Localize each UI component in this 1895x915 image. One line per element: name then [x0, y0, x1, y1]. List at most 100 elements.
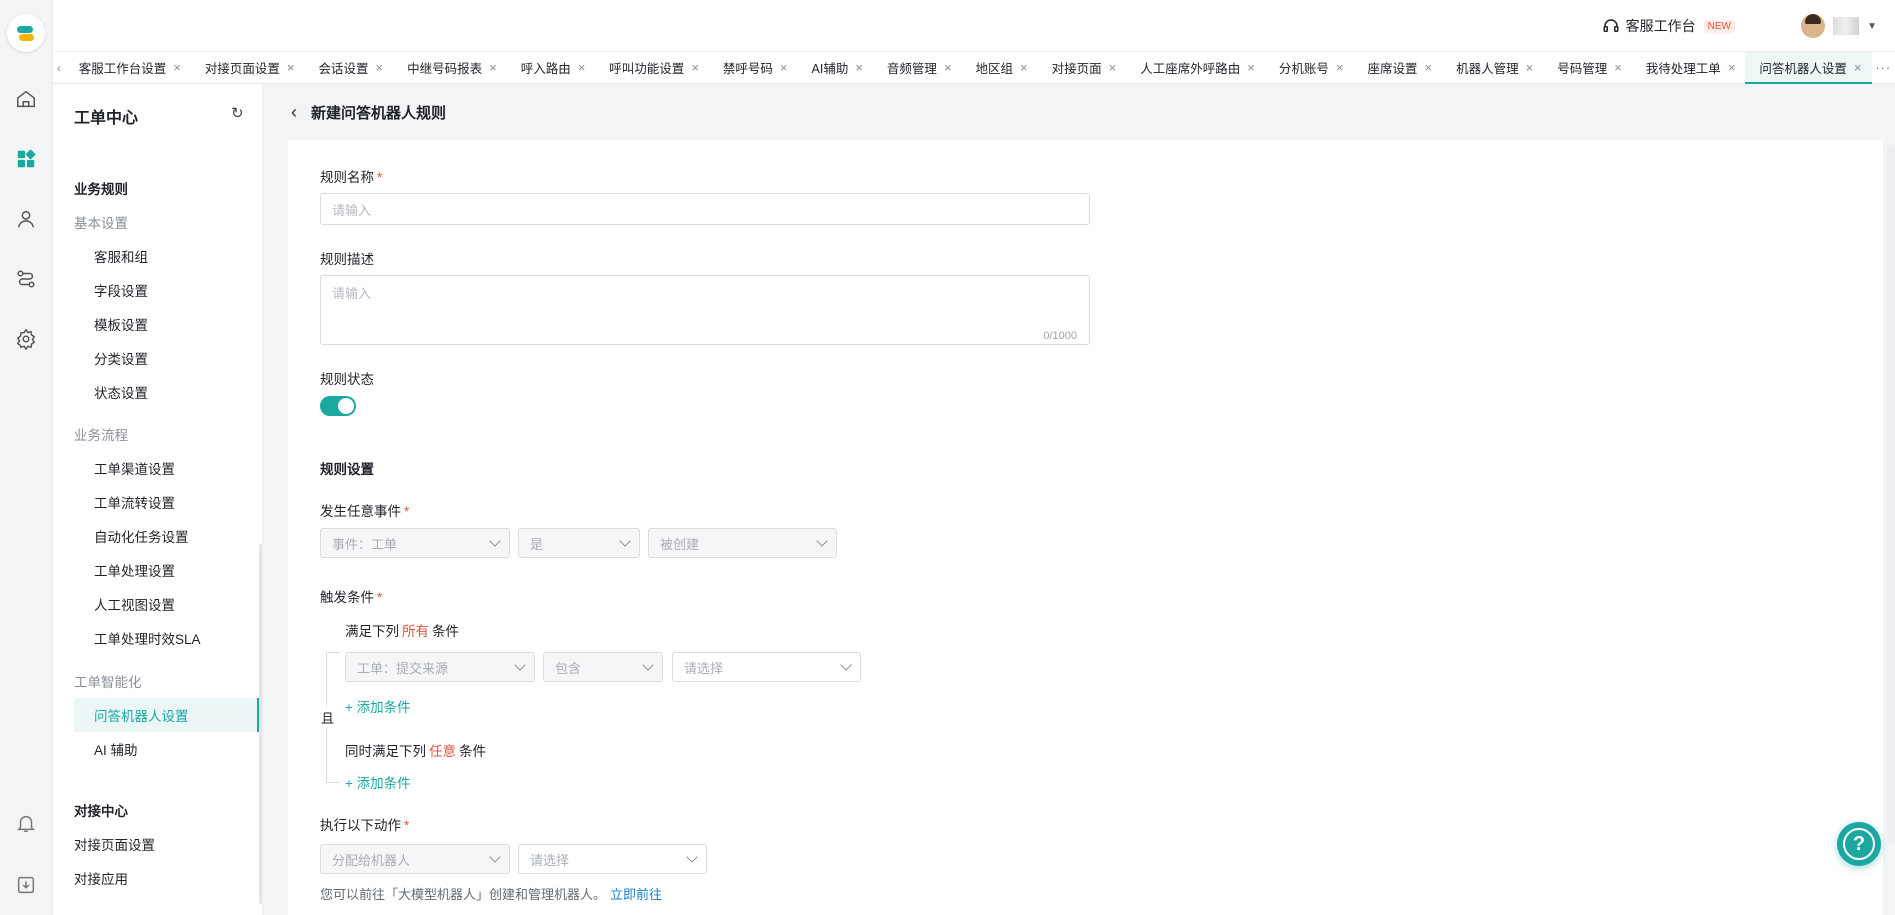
refresh-icon[interactable]: ↻	[231, 104, 244, 122]
close-icon[interactable]: ×	[1526, 60, 1534, 75]
tab-2[interactable]: 会话设置 ×	[304, 52, 393, 83]
condition-field-select[interactable]: 工单：提交来源	[345, 652, 535, 682]
menu-item-integration-page[interactable]: 对接页面设置	[74, 834, 155, 854]
char-counter: 0/1000	[1043, 330, 1077, 342]
event-action-select[interactable]: 被创建	[648, 528, 837, 558]
close-icon[interactable]: ×	[691, 60, 699, 75]
and-label: 且	[321, 707, 335, 728]
menu-item-view-settings[interactable]: 人工视图设置	[94, 594, 175, 614]
workspace-switch[interactable]: 客服工作台 NEW	[1602, 16, 1735, 36]
condition-value-placeholder: 请选择	[684, 660, 724, 676]
close-icon[interactable]: ×	[287, 60, 295, 75]
bot-hint: 您可以前往「大模型机器人」创建和管理机器人。 立即前往	[320, 884, 662, 903]
tab-label: 客服工作台设置	[78, 62, 167, 76]
tab-6[interactable]: 禁呼号码 ×	[709, 52, 798, 83]
tab-label: 音频管理	[886, 62, 937, 76]
rule-desc-textarea[interactable]: 请输入 0/1000	[320, 275, 1090, 345]
event-operator-select[interactable]: 是	[518, 528, 640, 558]
help-button[interactable]: ?	[1837, 822, 1881, 866]
tab-9[interactable]: 地区组 ×	[962, 52, 1038, 83]
tab-5[interactable]: 呼叫功能设置 ×	[595, 52, 709, 83]
bell-icon[interactable]	[11, 808, 41, 838]
tab-0[interactable]: 客服工作台设置 ×	[65, 52, 191, 83]
add-condition-any-button[interactable]: + 添加条件	[345, 772, 411, 792]
settings-gear-icon[interactable]	[11, 324, 41, 354]
close-icon[interactable]: ×	[1336, 60, 1344, 75]
tab-4[interactable]: 呼入路由 ×	[507, 52, 596, 83]
tab-scroll-left-icon[interactable]: ‹	[53, 52, 65, 83]
add-condition-all-button[interactable]: + 添加条件	[345, 696, 411, 716]
action-type-select[interactable]: 分配给机器人	[320, 844, 510, 874]
menu-item-template-settings[interactable]: 模板设置	[94, 314, 148, 334]
download-icon[interactable]	[11, 870, 41, 900]
cond-any-prefix: 同时满足下列	[345, 744, 426, 759]
tab-1[interactable]: 对接页面设置 ×	[191, 52, 305, 83]
home-icon[interactable]	[11, 84, 41, 114]
close-icon[interactable]: ×	[1614, 60, 1622, 75]
rule-status-toggle[interactable]	[320, 396, 356, 416]
required-mark: *	[404, 504, 410, 519]
tab-13[interactable]: 座席设置 ×	[1353, 52, 1442, 83]
menu-item-integration-app[interactable]: 对接应用	[74, 868, 128, 888]
question-icon: ?	[1852, 832, 1866, 855]
tab-12[interactable]: 分机账号 ×	[1265, 52, 1354, 83]
tab-14[interactable]: 机器人管理 ×	[1442, 52, 1543, 83]
menu-item-ai-assist[interactable]: AI 辅助	[94, 739, 138, 759]
menu-title: 工单中心	[74, 110, 139, 127]
menu-item-qa-bot-settings[interactable]: 问答机器人设置	[94, 705, 189, 725]
close-icon[interactable]: ×	[1247, 60, 1255, 75]
close-icon[interactable]: ×	[489, 60, 497, 75]
tab-16[interactable]: 我待处理工单 ×	[1632, 52, 1746, 83]
group-ticket-ai[interactable]: 工单智能化	[74, 671, 142, 691]
contacts-icon[interactable]	[11, 204, 41, 234]
action-type-value: 分配给机器人	[332, 852, 411, 868]
tab-7[interactable]: AI辅助 ×	[798, 52, 873, 83]
menu-item-sla[interactable]: 工单处理时效SLA	[94, 628, 201, 648]
tab-8[interactable]: 音频管理 ×	[873, 52, 962, 83]
condition-operator-select[interactable]: 包含	[543, 652, 663, 682]
tab-15[interactable]: 号码管理 ×	[1543, 52, 1632, 83]
apps-icon[interactable]	[11, 144, 41, 174]
event-type-select[interactable]: 事件：工单	[320, 528, 510, 558]
group-basic-settings[interactable]: 基本设置	[74, 212, 128, 232]
page-title: 新建问答机器人规则	[311, 104, 447, 122]
rule-name-input[interactable]: 请输入	[320, 193, 1090, 225]
side-menu-scrollbar[interactable]	[259, 544, 262, 904]
route-icon[interactable]	[11, 264, 41, 294]
close-icon[interactable]: ×	[780, 60, 788, 75]
close-icon[interactable]: ×	[944, 60, 952, 75]
menu-item-transfer-settings[interactable]: 工单流转设置	[94, 492, 175, 512]
menu-item-channel-settings[interactable]: 工单渠道设置	[94, 458, 175, 478]
top-bar: 客服工作台 NEW ▼	[53, 0, 1895, 52]
user-menu[interactable]: ▼	[1801, 14, 1877, 38]
close-icon[interactable]: ×	[1854, 60, 1862, 75]
tab-label: 号码管理	[1557, 62, 1608, 76]
close-icon[interactable]: ×	[578, 60, 586, 75]
main-scrollbar[interactable]	[1887, 144, 1895, 844]
close-icon[interactable]: ×	[1728, 60, 1736, 75]
close-icon[interactable]: ×	[855, 60, 863, 75]
menu-item-field-settings[interactable]: 字段设置	[94, 280, 148, 300]
close-icon[interactable]: ×	[375, 60, 383, 75]
tab-11[interactable]: 人工座席外呼路由 ×	[1126, 52, 1265, 83]
go-now-link[interactable]: 立即前往	[610, 887, 662, 902]
close-icon[interactable]: ×	[1109, 60, 1117, 75]
action-target-select[interactable]: 请选择	[518, 844, 707, 874]
tab-3[interactable]: 中继号码报表 ×	[393, 52, 507, 83]
menu-item-handling-settings[interactable]: 工单处理设置	[94, 560, 175, 580]
tab-more-icon[interactable]: ···	[1872, 52, 1895, 83]
close-icon[interactable]: ×	[173, 60, 181, 75]
menu-item-agents-groups[interactable]: 客服和组	[94, 246, 148, 266]
group-business-flow[interactable]: 业务流程	[74, 424, 128, 444]
tab-10[interactable]: 对接页面 ×	[1038, 52, 1127, 83]
app-logo[interactable]	[7, 14, 45, 52]
menu-item-category-settings[interactable]: 分类设置	[94, 348, 148, 368]
close-icon[interactable]: ×	[1424, 60, 1432, 75]
menu-item-automation-settings[interactable]: 自动化任务设置	[94, 526, 189, 546]
close-icon[interactable]: ×	[1020, 60, 1028, 75]
back-arrow-icon[interactable]: ‹	[291, 102, 297, 123]
menu-item-status-settings[interactable]: 状态设置	[94, 382, 148, 402]
condition-operator-value: 包含	[555, 660, 582, 676]
condition-value-select[interactable]: 请选择	[672, 652, 861, 682]
tab-17[interactable]: 问答机器人设置 ×	[1745, 52, 1872, 84]
